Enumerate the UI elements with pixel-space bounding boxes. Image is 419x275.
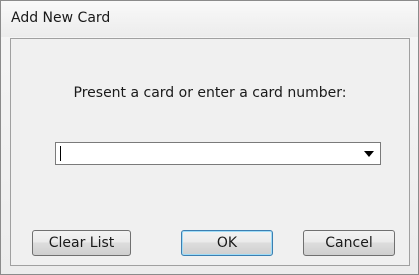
clear-list-button[interactable]: Clear List <box>32 230 131 256</box>
window-title: Add New Card <box>11 10 111 26</box>
dialog-body: Present a card or enter a card number: C… <box>10 38 410 266</box>
cancel-button[interactable]: Cancel <box>303 230 395 256</box>
chevron-down-icon[interactable] <box>358 143 380 164</box>
title-bar[interactable]: Add New Card <box>1 1 418 37</box>
ok-button[interactable]: OK <box>181 230 273 256</box>
card-prompt-label: Present a card or enter a card number: <box>73 85 347 101</box>
text-caret <box>60 146 61 161</box>
add-new-card-dialog: Add New Card Present a card or enter a c… <box>0 0 419 275</box>
card-number-input[interactable] <box>56 143 360 164</box>
card-number-combobox[interactable] <box>55 142 381 165</box>
